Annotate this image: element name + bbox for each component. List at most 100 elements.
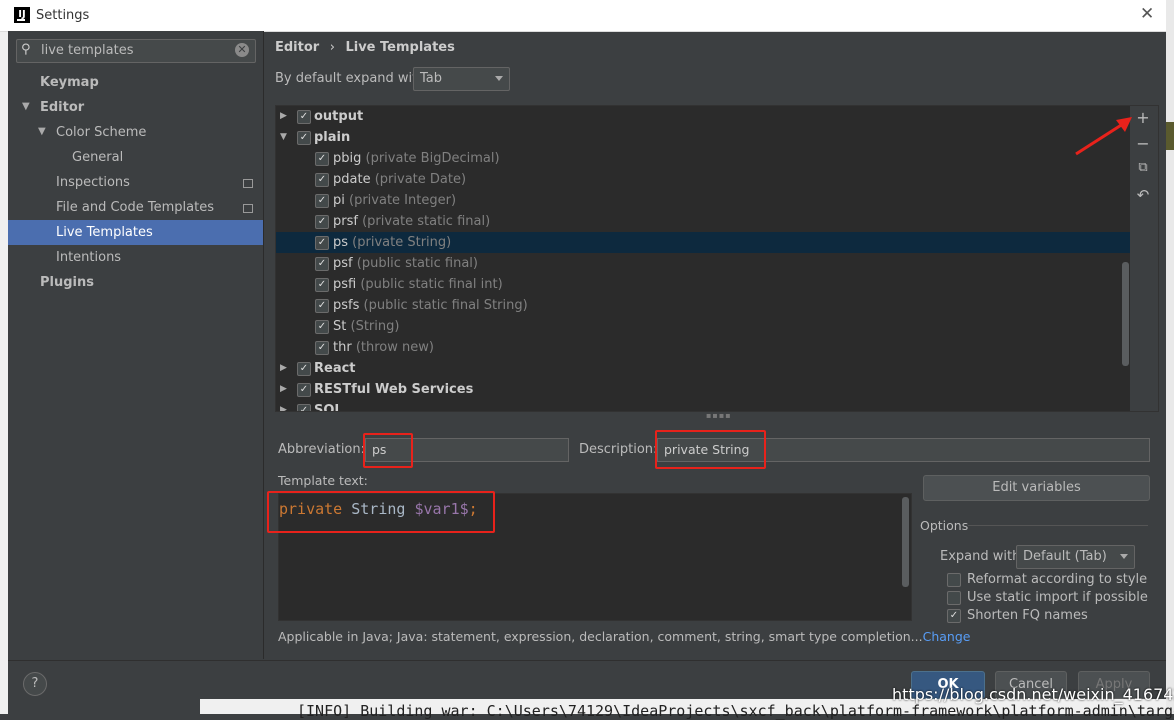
sidebar-item-general[interactable]: General [72,145,123,170]
template-desc: (private String) [352,235,452,250]
sidebar-item-file-code-templates[interactable]: File and Code Templates [56,195,214,220]
group-checkbox[interactable]: ✓ [297,383,311,397]
tree-template-row[interactable]: ✓ psfs (public static final String) [276,295,1131,316]
background-window-strip [1166,0,1174,714]
annotation-arrow-icon [1075,117,1132,156]
breadcrumb-parent[interactable]: Editor [275,40,319,55]
sidebar-item-color-scheme[interactable]: Color Scheme [56,120,146,145]
template-checkbox[interactable]: ✓ [315,236,329,250]
template-abbr: pi [333,193,345,208]
project-scope-icon [243,204,253,213]
expand-with-option-label: Expand with [940,549,1021,564]
reformat-checkbox[interactable]: ✓ [947,573,961,587]
group-label: SQL [314,403,343,412]
tree-group-row[interactable]: ▶ ✓ React [276,358,1131,379]
annotation-highlight-box [267,491,495,533]
group-checkbox[interactable]: ✓ [297,404,311,411]
group-checkbox[interactable]: ✓ [297,362,311,376]
search-input[interactable]: live templates [41,43,134,58]
template-abbr: psfi [333,277,357,292]
abbreviation-label: Abbreviation: [278,442,366,457]
template-checkbox[interactable]: ✓ [315,152,329,166]
template-abbr: ps [333,235,349,250]
annotation-highlight-box [655,430,766,469]
splitter-handle-icon[interactable]: ▪▪▪▪ [706,411,732,420]
template-checkbox[interactable]: ✓ [315,341,329,355]
title-bar [0,0,1166,32]
tree-template-row[interactable]: ✓ pdate (private Date) [276,169,1131,190]
tree-template-row[interactable]: ✓ psf (public static final) [276,253,1131,274]
template-checkbox[interactable]: ✓ [315,194,329,208]
template-checkbox[interactable]: ✓ [315,320,329,334]
group-label: output [314,109,364,124]
tree-template-row[interactable]: ✓ prsf (private static final) [276,211,1131,232]
template-checkbox[interactable]: ✓ [315,257,329,271]
window-title: Settings [36,8,90,23]
expand-arrow-icon[interactable]: ▼ [22,101,30,112]
restore-icon[interactable]: ↶ [1133,186,1153,204]
copy-icon[interactable]: ⧉ [1133,160,1153,175]
expand-with-label: By default expand with [275,71,426,86]
template-desc: (throw new) [355,340,434,355]
sidebar-item-keymap[interactable]: Keymap [40,70,99,95]
chevron-down-icon [1120,554,1128,559]
description-label: Description: [579,442,658,457]
tree-scrollbar[interactable] [1122,262,1129,366]
background-edge [0,31,8,714]
tree-group-row[interactable]: ▶ ✓ RESTful Web Services [276,379,1131,400]
expand-with-dropdown[interactable]: Tab [413,67,510,91]
expanded-arrow-icon[interactable]: ▼ [280,127,287,148]
static-import-checkbox[interactable]: ✓ [947,591,961,605]
tree-template-row[interactable]: ✓ St (String) [276,316,1131,337]
group-checkbox[interactable]: ✓ [297,110,311,124]
template-abbr: psf [333,256,353,271]
group-checkbox[interactable]: ✓ [297,131,311,145]
shorten-fq-label: Shorten FQ names [967,608,1088,623]
template-abbr: psfs [333,298,360,313]
sidebar-item-intentions[interactable]: Intentions [56,245,121,270]
project-scope-icon [243,179,253,188]
templates-tree[interactable]: ▶ ✓ output ▼ ✓ plain ✓ pbig (private Big… [275,105,1132,412]
static-import-label: Use static import if possible [967,590,1148,605]
collapsed-arrow-icon[interactable]: ▶ [280,358,287,379]
tree-group-row[interactable]: ▶ ✓ output [276,106,1131,127]
remove-icon[interactable]: − [1133,134,1153,153]
expand-arrow-icon[interactable]: ▼ [38,126,46,137]
template-checkbox[interactable]: ✓ [315,173,329,187]
tree-template-row[interactable]: ✓ psfi (public static final int) [276,274,1131,295]
tree-group-row[interactable]: ▼ ✓ plain [276,127,1131,148]
template-checkbox[interactable]: ✓ [315,215,329,229]
tree-group-row[interactable]: ▶ ✓ SQL [276,400,1131,412]
tree-template-row[interactable]: ✓ thr (throw new) [276,337,1131,358]
change-contexts-link[interactable]: Change [923,629,971,644]
tree-template-row[interactable]: ✓ pi (private Integer) [276,190,1131,211]
template-checkbox[interactable]: ✓ [315,278,329,292]
chevron-down-icon [495,76,503,81]
template-text-label: Template text: [278,473,368,488]
tree-template-row[interactable]: ✓ pbig (private BigDecimal) [276,148,1131,169]
template-checkbox[interactable]: ✓ [315,299,329,313]
sidebar-item-editor[interactable]: Editor [40,95,84,120]
collapsed-arrow-icon[interactable]: ▶ [280,106,287,127]
help-button[interactable]: ? [23,672,47,696]
tree-template-row-selected[interactable]: ✓ ps (private String) [276,232,1131,253]
annotation-highlight-box [363,433,413,468]
expand-with-option-dropdown[interactable]: Default (Tab) [1016,545,1135,569]
collapsed-arrow-icon[interactable]: ▶ [280,400,287,411]
sidebar-item-live-templates[interactable]: Live Templates [56,220,153,245]
watermark: https://blog.csdn.net/weixin_41674292 [892,685,1174,704]
clear-search-icon[interactable]: ✕ [235,43,249,57]
template-desc: (private Date) [374,172,467,187]
editor-scrollbar[interactable] [902,497,909,587]
shorten-fq-checkbox[interactable]: ✓ [947,609,961,623]
sidebar-item-inspections[interactable]: Inspections [56,170,130,195]
applicable-text: Applicable in Java; Java: statement, exp… [278,629,923,644]
template-desc: (public static final) [356,256,478,271]
template-abbr: pdate [333,172,371,187]
sidebar-item-plugins[interactable]: Plugins [40,270,94,295]
options-title: Options [920,518,969,533]
close-icon[interactable]: ✕ [1140,4,1154,24]
collapsed-arrow-icon[interactable]: ▶ [280,379,287,400]
edit-variables-button[interactable]: Edit variables [923,475,1150,501]
add-icon[interactable]: + [1133,108,1153,127]
